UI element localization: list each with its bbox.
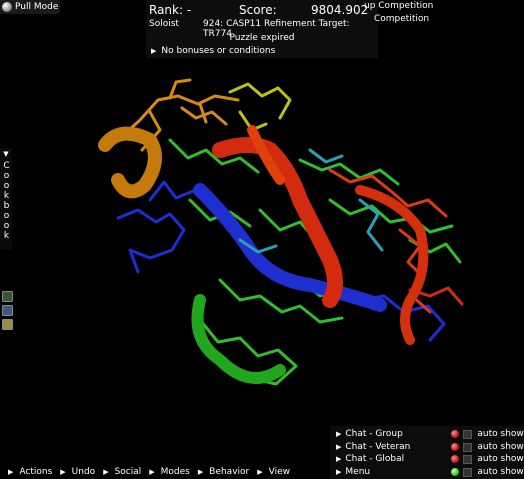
auto-show-checkbox[interactable] [463, 429, 473, 439]
menu-label: Menu [345, 467, 371, 477]
expand-arrow-icon: ▶ [336, 430, 342, 438]
collapse-arrow-icon: ▼ [3, 150, 9, 158]
expand-arrow-icon: ▶ [103, 468, 109, 476]
status-dot-icon [451, 443, 460, 451]
protein-viewport[interactable] [0, 0, 524, 479]
notepad-icon[interactable] [2, 319, 13, 330]
view-label: View [268, 467, 290, 477]
undo-label: Undo [71, 467, 96, 477]
auto-show-checkbox[interactable] [463, 454, 473, 464]
expand-arrow-icon: ▶ [60, 468, 66, 476]
expand-arrow-icon: ▶ [151, 47, 157, 55]
menu-row[interactable]: ▶ Menu auto show [336, 466, 524, 478]
social-button[interactable]: ▶ Social [103, 467, 141, 477]
chat-global-row[interactable]: ▶ Chat - Global auto show [336, 453, 524, 465]
status-dot-icon [451, 430, 460, 438]
competition-line-2: Competition [374, 14, 430, 24]
score-value: 9804.902 [311, 3, 369, 17]
undo-button[interactable]: ▶ Undo [60, 467, 95, 477]
auto-show-label: auto show [477, 442, 524, 452]
chat-veteran-label: Chat - Veteran [345, 442, 411, 452]
modes-label: Modes [160, 467, 190, 477]
pull-mode-label: Pull Mode [15, 2, 59, 12]
score-label: Score: [239, 3, 277, 17]
side-tool-icons [2, 291, 13, 330]
behavior-label: Behavior [209, 467, 250, 477]
modes-button[interactable]: ▶ Modes [149, 467, 190, 477]
chat-veteran-row[interactable]: ▶ Chat - Veteran auto show [336, 441, 524, 453]
expand-arrow-icon: ▶ [197, 468, 204, 476]
cookbook-title: Cookbook [1, 161, 12, 241]
bonuses-label: No bonuses or conditions [161, 46, 276, 56]
actions-label: Actions [19, 467, 53, 477]
auto-show-checkbox[interactable] [463, 442, 473, 452]
player-mode: Soloist [149, 19, 179, 29]
expand-arrow-icon: ▶ [8, 468, 14, 476]
chat-group-label: Chat - Group [345, 429, 403, 439]
folder-icon[interactable] [2, 305, 13, 316]
puzzle-status: Puzzle expired [229, 33, 295, 43]
actions-button[interactable]: ▶ Actions [8, 467, 52, 477]
expand-arrow-icon: ▶ [257, 468, 263, 476]
script-icon[interactable] [2, 291, 13, 302]
competition-line-1: up Competition [364, 1, 434, 11]
status-dot-icon [451, 468, 460, 476]
expand-arrow-icon: ▶ [336, 443, 342, 451]
chat-panel: ▶ Chat - Group auto show ▶ Chat - Vetera… [330, 426, 524, 479]
auto-show-label: auto show [477, 429, 524, 439]
auto-show-checkbox[interactable] [463, 467, 473, 477]
auto-show-label: auto show [477, 454, 524, 464]
chat-group-row[interactable]: ▶ Chat - Group auto show [336, 428, 524, 440]
cookbook-panel[interactable]: ▼ Cookbook [0, 148, 12, 250]
chat-global-label: Chat - Global [345, 454, 405, 464]
pull-mode-toggle[interactable]: Pull Mode [0, 0, 60, 14]
expand-arrow-icon: ▶ [149, 468, 155, 476]
bonuses-toggle[interactable]: ▶ No bonuses or conditions [151, 46, 275, 56]
behavior-button[interactable]: ▶ Behavior [198, 467, 249, 477]
expand-arrow-icon: ▶ [336, 455, 342, 463]
status-dot-icon [451, 455, 460, 463]
auto-show-label: auto show [477, 467, 524, 477]
view-button[interactable]: ▶ View [257, 467, 290, 477]
social-label: Social [114, 467, 142, 477]
rank-label: Rank: - [149, 3, 192, 17]
pull-mode-icon [2, 2, 12, 12]
score-panel: Rank: - Score: 9804.902 Soloist 924: CAS… [146, 0, 378, 58]
bottom-toolbar: ▶ Actions ▶ Undo ▶ Social ▶ Modes ▶ Behavior … [0, 465, 340, 479]
